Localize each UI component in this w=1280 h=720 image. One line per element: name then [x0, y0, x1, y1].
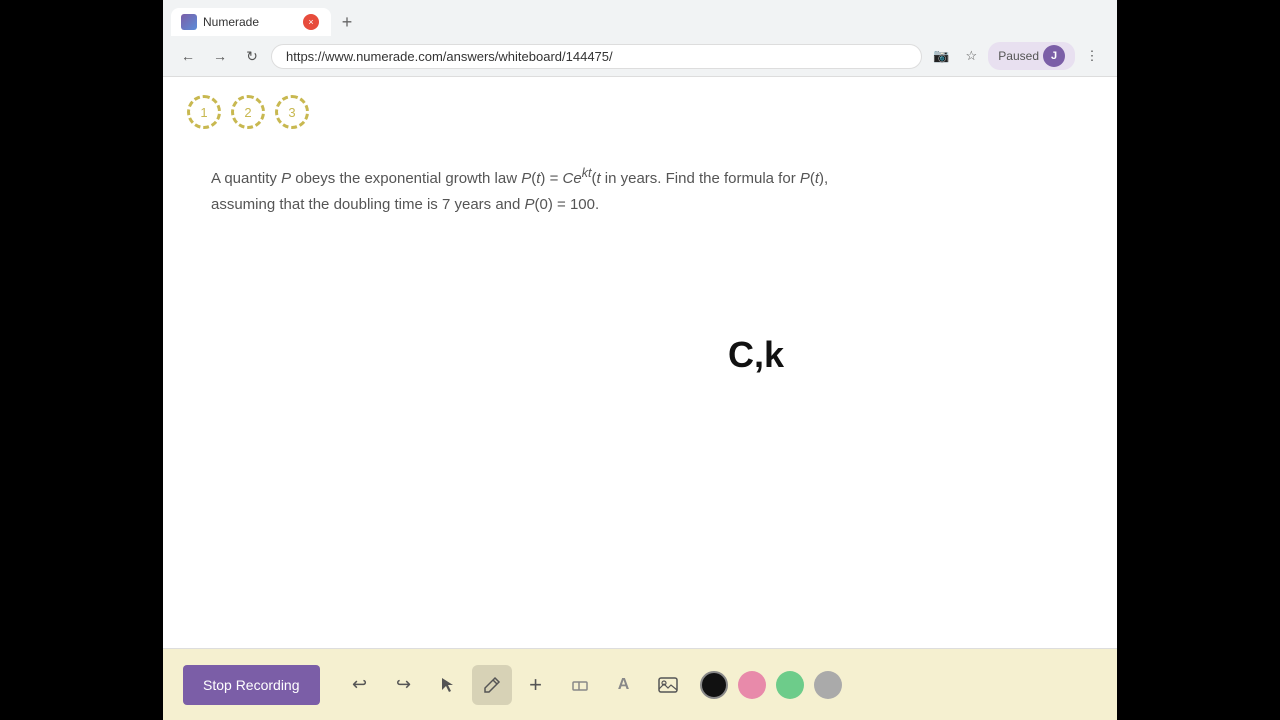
text-tool-button[interactable]: A — [604, 665, 644, 705]
refresh-button[interactable]: ↻ — [239, 43, 265, 69]
step-3[interactable]: 3 — [275, 95, 309, 129]
bookmark-button[interactable]: ☆ — [958, 43, 984, 69]
image-tool-button[interactable] — [648, 665, 688, 705]
forward-button[interactable]: → — [207, 43, 233, 69]
problem-line2: assuming that the doubling time is 7 yea… — [211, 196, 599, 213]
stop-recording-button[interactable]: Stop Recording — [183, 665, 320, 705]
step-1[interactable]: 1 — [187, 95, 221, 129]
url-text: https://www.numerade.com/answers/whitebo… — [286, 49, 907, 64]
color-gray[interactable] — [814, 671, 842, 699]
tab-close-button[interactable]: × — [303, 14, 319, 30]
browser-tab[interactable]: Numerade × — [171, 8, 331, 36]
page-content: 1 2 3 A quantity P obeys the exponential… — [163, 77, 1117, 720]
math-content: A quantity P obeys the exponential growt… — [163, 139, 1117, 241]
problem-line1: A quantity P obeys the exponential growt… — [211, 170, 828, 187]
browser-window: Numerade × + ← → ↻ https://www.numerade.… — [163, 0, 1117, 720]
color-green[interactable] — [776, 671, 804, 699]
browser-chrome: Numerade × + ← → ↻ https://www.numerade.… — [163, 0, 1117, 77]
tab-title: Numerade — [203, 15, 297, 29]
color-pink[interactable] — [738, 671, 766, 699]
undo-button[interactable]: ↩ — [340, 665, 380, 705]
back-button[interactable]: ← — [175, 43, 201, 69]
address-bar[interactable]: https://www.numerade.com/answers/whitebo… — [271, 44, 922, 69]
pen-tool-button[interactable] — [472, 665, 512, 705]
redo-button[interactable]: ↪ — [384, 665, 424, 705]
problem-text: A quantity P obeys the exponential growt… — [211, 163, 1011, 217]
bottom-toolbar: Stop Recording ↩ ↪ + — [163, 648, 1117, 720]
select-tool-button[interactable] — [428, 665, 468, 705]
tab-bar: Numerade × + — [163, 0, 1117, 36]
user-avatar: J — [1043, 45, 1065, 67]
step-2[interactable]: 2 — [231, 95, 265, 129]
handwritten-annotation: C,k — [728, 334, 784, 376]
more-button[interactable]: ⋮ — [1079, 43, 1105, 69]
paused-label: Paused — [998, 49, 1039, 63]
tab-favicon — [181, 14, 197, 30]
add-button[interactable]: + — [516, 665, 556, 705]
paused-indicator: Paused J — [988, 42, 1075, 70]
color-black[interactable] — [700, 671, 728, 699]
nav-bar: ← → ↻ https://www.numerade.com/answers/w… — [163, 36, 1117, 76]
nav-actions: 📷 ☆ Paused J ⋮ — [928, 42, 1105, 70]
step-indicators: 1 2 3 — [163, 77, 1117, 139]
eraser-button[interactable] — [560, 665, 600, 705]
camera-button[interactable]: 📷 — [928, 43, 954, 69]
new-tab-button[interactable]: + — [333, 8, 361, 36]
